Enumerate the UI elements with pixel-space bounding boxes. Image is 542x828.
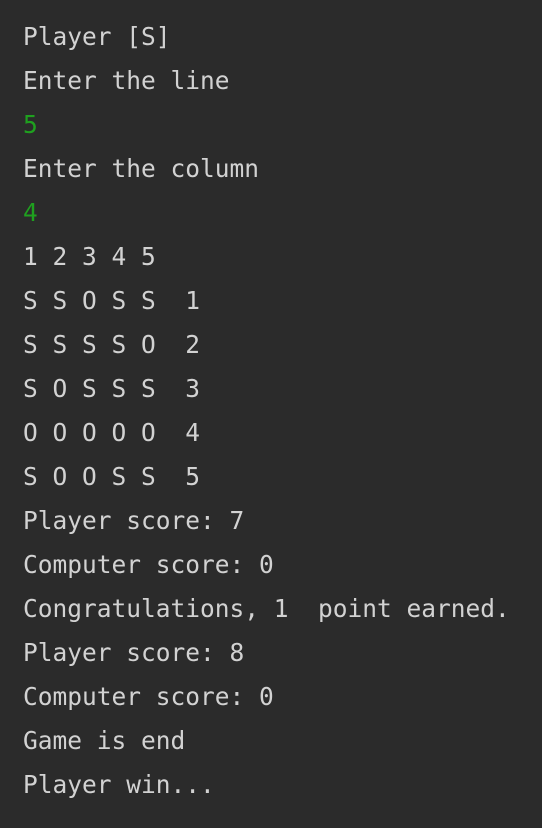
console-line-enter-line-prompt: Enter the line xyxy=(23,66,230,95)
computer-score-line: Computer score: 0 xyxy=(23,550,274,579)
run-console-output[interactable]: Player [S] Enter the line 5 Enter the co… xyxy=(0,0,542,828)
game-end-message: Game is end xyxy=(23,726,186,755)
player-score-line: Player score: 8 xyxy=(23,638,245,667)
board-row-5: S O O S S 5 xyxy=(23,462,201,491)
console-line-player-prompt: Player [S] xyxy=(23,22,171,51)
board-row-4: O O O O O 4 xyxy=(23,418,201,447)
console-user-input-line: 5 xyxy=(23,110,38,139)
player-score-line: Player score: 7 xyxy=(23,506,245,535)
congratulations-message: Congratulations, 1 point earned. xyxy=(23,594,510,623)
board-column-header: 1 2 3 4 5 xyxy=(23,242,156,271)
console-line-enter-column-prompt: Enter the column xyxy=(23,154,260,183)
console-user-input-column: 4 xyxy=(23,198,38,227)
computer-score-line: Computer score: 0 xyxy=(23,682,274,711)
board-row-2: S S S S O 2 xyxy=(23,330,201,359)
board-row-3: S O S S S 3 xyxy=(23,374,201,403)
winner-message: Player win... xyxy=(23,770,215,799)
board-row-1: S S O S S 1 xyxy=(23,286,201,315)
